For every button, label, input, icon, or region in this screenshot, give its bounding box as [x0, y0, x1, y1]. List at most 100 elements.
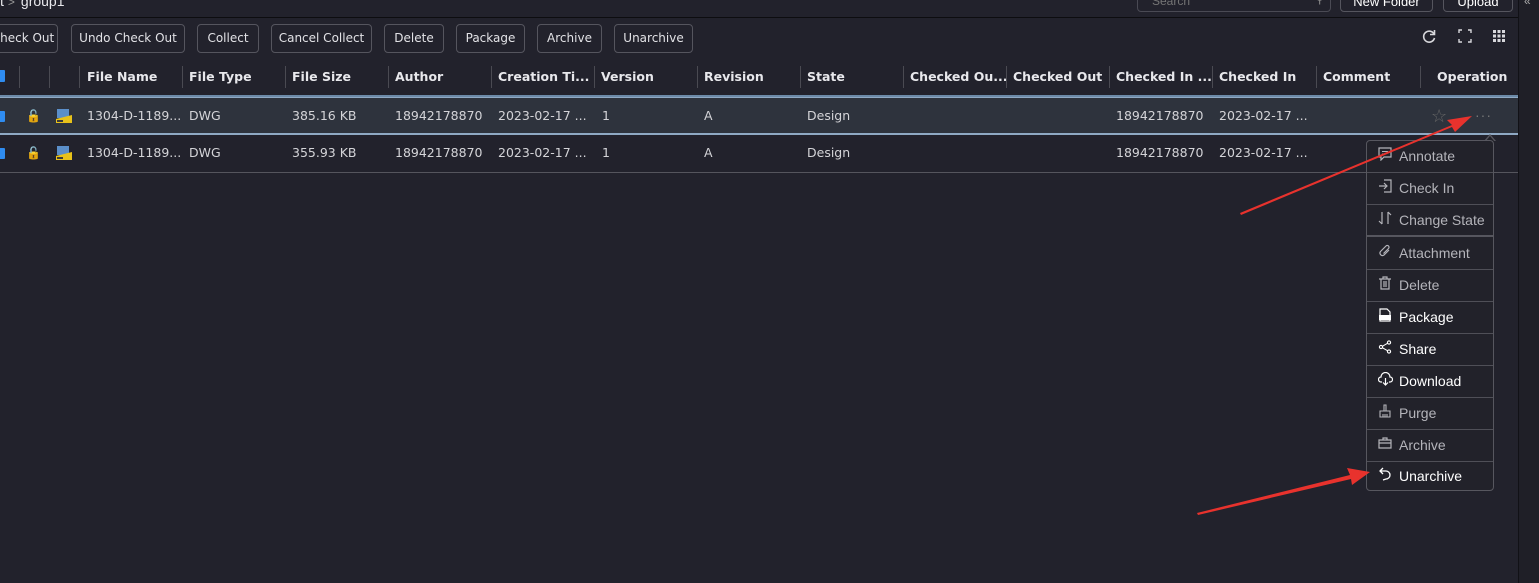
dwg-file-icon [56, 109, 72, 123]
column-header-version[interactable]: Version [601, 60, 654, 95]
check-in-icon [1376, 173, 1394, 204]
column-header-author[interactable]: Author [395, 60, 443, 95]
menu-item-label: Check In [1399, 180, 1455, 196]
checked-in-by-cell: 18942178870 [1116, 145, 1204, 160]
column-divider [1316, 66, 1317, 88]
file-name-cell[interactable]: 1304-D-1189... [87, 135, 181, 171]
search-input[interactable] [1138, 0, 1298, 11]
menu-item-label: Archive [1399, 437, 1446, 453]
column-header-comment[interactable]: Comment [1323, 60, 1390, 95]
unarchive-button[interactable]: Unarchive [614, 24, 693, 53]
search-icon[interactable]: ⚲ [1315, 0, 1324, 6]
creation-time-cell: 2023-02-17 ... [498, 145, 587, 160]
row-checkbox[interactable] [0, 111, 5, 122]
upload-button[interactable]: Upload [1443, 0, 1513, 12]
breadcrumb: t > group1 [0, 0, 65, 9]
menu-item-archive[interactable]: Archive [1367, 430, 1493, 462]
checked-in-cell: 2023-02-17 ... [1219, 145, 1308, 160]
undo-check-out-button[interactable]: Undo Check Out [71, 24, 185, 53]
file-manager-app: t> group1 ⚲ New Folder Upload Check Out U… [0, 0, 1539, 583]
column-divider [903, 66, 904, 88]
menu-item-download[interactable]: Download [1367, 366, 1493, 398]
table-row[interactable]: 🔓 1304-D-1189... DWG 355.93 KB 189421788… [0, 135, 1518, 173]
delete-button[interactable]: Delete [384, 24, 444, 53]
column-divider [79, 66, 80, 88]
operation-dropdown-menu: Annotate Check In Change State Attachmen… [1366, 140, 1494, 491]
unarchive-icon [1376, 461, 1394, 492]
column-divider [388, 66, 389, 88]
row-checkbox[interactable] [0, 148, 5, 159]
star-favorite-icon[interactable]: ☆ [1431, 98, 1447, 134]
menu-item-share[interactable]: Share [1367, 334, 1493, 366]
menu-item-purge[interactable]: Purge [1367, 398, 1493, 430]
menu-item-label: Unarchive [1399, 468, 1463, 484]
column-divider [49, 66, 50, 88]
menu-item-annotate[interactable]: Annotate [1367, 141, 1493, 173]
file-name-cell[interactable]: 1304-D-1189... [87, 98, 181, 134]
column-divider [1212, 66, 1213, 88]
menu-item-delete[interactable]: Delete [1367, 270, 1493, 302]
column-divider [594, 66, 595, 88]
menu-item-label: Purge [1399, 405, 1437, 421]
column-divider [19, 66, 20, 88]
state-cell: Design [807, 145, 851, 160]
select-all-checkbox[interactable] [0, 70, 5, 82]
archive-button[interactable]: Archive [537, 24, 602, 53]
change-state-icon [1376, 205, 1394, 236]
table-header: File Name File Type File Size Author Cre… [0, 60, 1518, 97]
menu-item-package[interactable]: Package [1367, 302, 1493, 334]
column-header-creation-time[interactable]: Creation Ti... [498, 60, 589, 95]
column-header-checked-in[interactable]: Checked In [1219, 60, 1296, 95]
collect-button[interactable]: Collect [197, 24, 259, 53]
menu-item-check-in[interactable]: Check In [1367, 173, 1493, 205]
column-header-state[interactable]: State [807, 60, 845, 95]
fullscreen-icon[interactable] [1455, 28, 1475, 48]
column-header-file-size[interactable]: File Size [292, 60, 351, 95]
column-header-checked-in-by[interactable]: Checked In ... [1116, 60, 1212, 95]
column-header-file-name[interactable]: File Name [87, 60, 157, 95]
breadcrumb-parent[interactable]: t [0, 0, 4, 9]
paperclip-icon [1376, 238, 1394, 269]
column-divider [182, 66, 183, 88]
file-table: File Name File Type File Size Author Cre… [0, 60, 1518, 173]
column-divider [491, 66, 492, 88]
broom-icon [1376, 398, 1394, 429]
menu-item-change-state[interactable]: Change State [1367, 205, 1493, 237]
archive-box-icon [1376, 430, 1394, 461]
menu-item-label: Share [1399, 341, 1437, 357]
cancel-collect-button[interactable]: Cancel Collect [271, 24, 372, 53]
annotation-arrow-to-unarchive [1197, 468, 1370, 515]
trash-icon [1376, 270, 1394, 301]
column-header-checked-out-by[interactable]: Checked Ou... [910, 60, 1008, 95]
top-bar: t> group1 ⚲ New Folder Upload [0, 0, 1518, 18]
grid-settings-icon[interactable] [1489, 28, 1509, 48]
share-icon [1376, 334, 1394, 365]
check-out-button[interactable]: Check Out [0, 24, 58, 53]
checked-in-cell: 2023-02-17 ... [1219, 108, 1308, 123]
column-header-file-type[interactable]: File Type [189, 60, 252, 95]
file-size-cell: 385.16 KB [292, 108, 357, 123]
version-cell: 1 [602, 108, 610, 123]
file-type-cell: DWG [189, 108, 221, 123]
search-box[interactable]: ⚲ [1137, 0, 1331, 12]
lock-icon: 🔓 [26, 146, 41, 160]
menu-item-attachment[interactable]: Attachment [1367, 238, 1493, 270]
creation-time-cell: 2023-02-17 ... [498, 108, 587, 123]
file-type-cell: DWG [189, 145, 221, 160]
author-cell: 18942178870 [395, 108, 483, 123]
column-header-revision[interactable]: Revision [704, 60, 764, 95]
revision-cell: A [704, 108, 713, 123]
dwg-file-icon [56, 146, 72, 160]
right-side-panel: « [1518, 0, 1539, 583]
new-folder-button[interactable]: New Folder [1340, 0, 1433, 12]
menu-item-unarchive[interactable]: Unarchive [1367, 461, 1493, 493]
refresh-icon[interactable] [1419, 28, 1439, 48]
column-header-checked-out[interactable]: Checked Out [1013, 60, 1102, 95]
zip-file-icon [1376, 302, 1394, 333]
collapse-icon[interactable]: « [1524, 0, 1531, 8]
more-options-icon[interactable]: ··· [1475, 98, 1492, 132]
package-button[interactable]: Package [456, 24, 525, 53]
table-row[interactable]: 🔓 1304-D-1189... DWG 385.16 KB 189421788… [0, 97, 1518, 135]
column-header-operation: Operation [1437, 69, 1508, 84]
state-cell: Design [807, 108, 851, 123]
